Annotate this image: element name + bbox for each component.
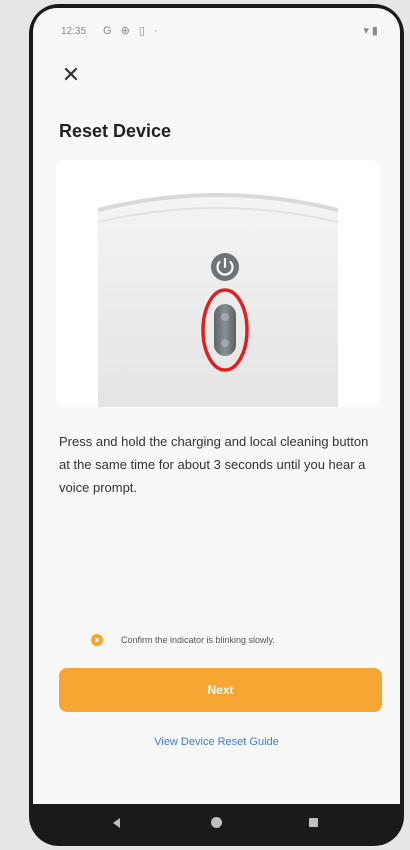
- next-button[interactable]: Next: [59, 668, 382, 712]
- power-button-icon: [211, 253, 239, 281]
- status-notification-icons: G ⊕ ▯ ·: [103, 25, 161, 37]
- close-button[interactable]: ✕: [59, 63, 83, 87]
- app-screen: 12:35 G ⊕ ▯ · ▾ ▮ ✕ Reset Device Press a…: [33, 8, 400, 804]
- confirm-checkbox[interactable]: [91, 634, 103, 646]
- view-reset-guide-link[interactable]: View Device Reset Guide: [33, 736, 400, 748]
- close-icon: ✕: [61, 62, 81, 87]
- device-illustration: [56, 160, 380, 407]
- page-title: Reset Device: [59, 121, 172, 141]
- status-signal-battery-icons: ▾ ▮: [363, 25, 378, 37]
- robot-vacuum-image: [97, 193, 339, 407]
- android-nav-bar: [33, 804, 400, 846]
- status-bar: 12:35 G ⊕ ▯ · ▾ ▮: [33, 8, 400, 46]
- back-icon[interactable]: [113, 818, 120, 828]
- instruction-text: Press and hold the charging and local cl…: [59, 434, 369, 495]
- home-icon[interactable]: [211, 817, 222, 828]
- recent-apps-icon[interactable]: [309, 818, 318, 827]
- confirm-label: Confirm the indicator is blinking slowly…: [121, 635, 275, 645]
- status-time: 12:35: [61, 26, 87, 37]
- confirm-row[interactable]: Confirm the indicator is blinking slowly…: [91, 628, 391, 652]
